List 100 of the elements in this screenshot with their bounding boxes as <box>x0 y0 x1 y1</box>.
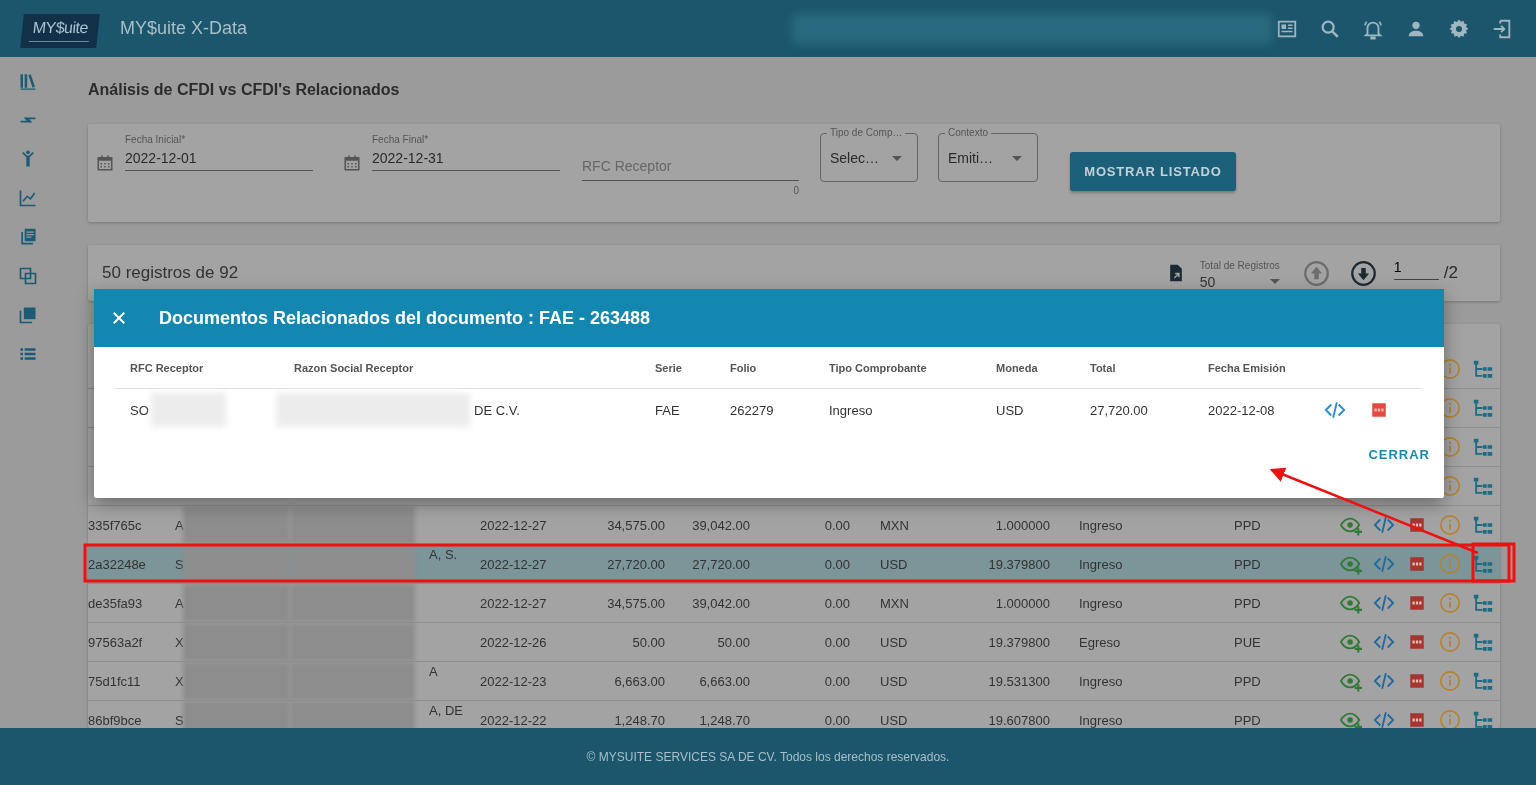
settings-icon[interactable] <box>1448 17 1471 40</box>
table-cell: 2022-12-26 <box>480 634 547 650</box>
pdf-icon[interactable] <box>1408 711 1426 728</box>
tree-icon[interactable] <box>1472 436 1494 458</box>
table-cell: 19.531300 <box>988 673 1050 689</box>
table-cell: 0.00 <box>824 673 850 689</box>
dialog-title: Documentos Relacionados del documento : FAE - 263488 <box>159 307 651 329</box>
table-cell: PPD <box>1234 595 1261 611</box>
table-row[interactable]: 97563a2f X 2022-12-26 50.00 50.00 0.00 USD 19.379800 Egreso PUE <box>88 623 1500 662</box>
close-button[interactable]: CERRAR <box>1368 441 1430 468</box>
table-cell: 0.00 <box>824 595 850 611</box>
table-row[interactable]: 335f765c A 2022-12-27 34,575.00 39,042.00 0.00 MXN 1.000000 Ingreso PPD <box>88 506 1500 545</box>
page-size-select[interactable]: Total de Registros 50 <box>1199 260 1288 290</box>
code-icon[interactable] <box>1373 592 1395 614</box>
pdf-icon[interactable] <box>1408 672 1426 690</box>
table-row[interactable]: 75d1fc11 X A 2022-12-23 6,663.00 6,663.00 0.00 USD 19.531300 Ingreso PPD <box>88 662 1500 701</box>
table-cell: 0.00 <box>824 556 850 572</box>
code-icon[interactable] <box>1373 631 1395 653</box>
logo[interactable]: MY$uite <box>20 13 100 48</box>
table-cell: 39,042.00 <box>692 595 750 611</box>
pdf-icon[interactable] <box>1408 555 1426 573</box>
pdf-icon[interactable] <box>1408 633 1426 651</box>
select-field[interactable]: Tipo de Comp… Selec… <box>820 126 918 182</box>
column-header: Fecha Emisión <box>1207 360 1287 376</box>
code-icon[interactable] <box>1373 709 1395 728</box>
tree-icon[interactable] <box>1472 397 1494 419</box>
table-cell: 2022-12-27 <box>480 517 547 533</box>
tree-icon[interactable] <box>1472 592 1494 614</box>
caret-icon <box>892 156 902 161</box>
table-cell: A, S. <box>429 547 458 562</box>
table-cell: PUE <box>1234 634 1261 650</box>
column-header: Moneda <box>995 360 1039 376</box>
close-icon[interactable] <box>110 309 128 327</box>
table-cell: 2022-12-27 <box>480 556 547 572</box>
date-field[interactable]: Fecha Final* 2022-12-31 <box>372 134 560 171</box>
table-cell: 19.607800 <box>988 712 1050 728</box>
table-cell: 50.00 <box>632 634 665 650</box>
tree-icon[interactable] <box>1472 553 1494 575</box>
column-header: Total <box>1089 360 1117 376</box>
table-cell: S <box>175 556 183 572</box>
table-cell: 34,575.00 <box>607 595 665 611</box>
table-cell: FAE <box>655 402 680 418</box>
pdf-icon[interactable] <box>1408 594 1426 612</box>
caret-icon <box>1269 279 1280 284</box>
show-list-button[interactable]: MOSTRAR LISTADO <box>1070 152 1236 191</box>
table-cell: Ingreso <box>1079 556 1123 572</box>
table-cell: A <box>429 664 438 679</box>
pdf-icon[interactable] <box>1370 401 1388 419</box>
calendar-icon[interactable] <box>343 154 361 172</box>
table-cell: 27,720.00 <box>692 556 750 572</box>
record-count: 50 registros de 92 <box>102 263 239 283</box>
chart-icon[interactable] <box>18 188 38 208</box>
table-cell: 27,720.00 <box>1090 402 1148 418</box>
select-field[interactable]: Contexto Emiti… <box>938 126 1038 182</box>
arrow-up-icon[interactable] <box>1302 259 1330 287</box>
squares-icon[interactable] <box>18 266 38 286</box>
table-cell: 262279 <box>730 402 774 418</box>
table-cell: 0.00 <box>824 517 850 533</box>
table-cell: 6,663.00 <box>614 673 665 689</box>
table-cell: PPD <box>1234 673 1261 689</box>
layers-icon[interactable] <box>18 305 38 325</box>
table-row[interactable]: de35fa93 A 2022-12-27 34,575.00 39,042.00 0.00 MXN 1.000000 Ingreso PPD <box>88 584 1500 623</box>
table-cell: USD <box>880 712 908 728</box>
table-cell: MXN <box>880 517 909 533</box>
calendar-icon[interactable] <box>96 154 114 172</box>
column-header: RFC Receptor <box>129 360 205 376</box>
table-cell: S <box>175 712 183 728</box>
table-cell: USD <box>880 556 908 572</box>
code-icon[interactable] <box>1373 670 1395 692</box>
table-cell: 19.379800 <box>988 556 1050 572</box>
table-cell: 1,248.70 <box>699 712 750 728</box>
table-cell: 2022-12-08 <box>1208 402 1275 418</box>
table-cell: Ingreso <box>1079 595 1123 611</box>
arrow-down-icon[interactable] <box>1349 259 1377 287</box>
table-cell: 19.379800 <box>988 634 1050 650</box>
date-field[interactable]: Fecha Inicial* 2022-12-01 <box>125 134 313 171</box>
table-cell: 86bf9bce <box>88 712 142 728</box>
code-icon[interactable] <box>1373 553 1395 575</box>
table-cell: 2022-12-22 <box>480 712 547 728</box>
code-icon[interactable] <box>1324 399 1346 421</box>
table-cell: 6,663.00 <box>699 673 750 689</box>
tree-icon[interactable] <box>1472 358 1494 380</box>
footer-text: © MYSUITE SERVICES SA DE CV. Todos los derechos reservados. <box>0 728 1536 785</box>
char-counter: 0 <box>793 185 799 196</box>
table-cell: 97563a2f <box>88 634 143 650</box>
text-field[interactable]: RFC Receptor <box>582 156 799 181</box>
code-icon[interactable] <box>1373 514 1395 536</box>
tree-icon[interactable] <box>1472 475 1494 497</box>
table-cell: 39,042.00 <box>692 517 750 533</box>
table-cell: 2022-12-23 <box>480 673 547 689</box>
books-icon[interactable] <box>18 71 38 91</box>
tree-icon[interactable] <box>1472 514 1494 536</box>
tree-icon[interactable] <box>1472 709 1494 728</box>
tree-icon[interactable] <box>1472 631 1494 653</box>
table-cell: 75d1fc11 <box>88 673 141 689</box>
page-total: /2 <box>1443 263 1458 283</box>
page-field[interactable]: 1 <box>1393 258 1439 280</box>
document-icon[interactable] <box>18 227 38 247</box>
tree-icon[interactable] <box>1472 670 1494 692</box>
table-cell: A <box>175 517 183 533</box>
